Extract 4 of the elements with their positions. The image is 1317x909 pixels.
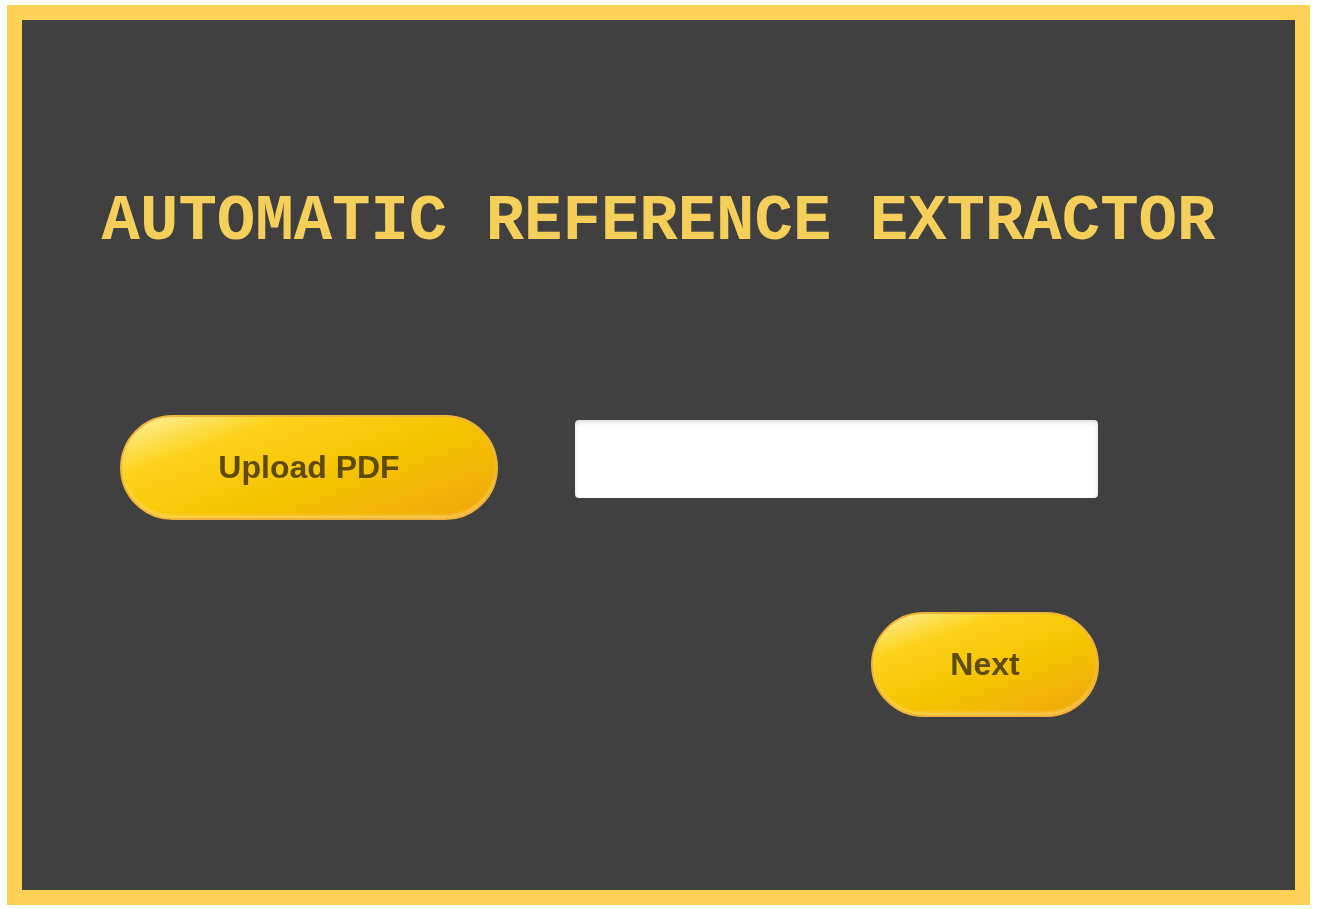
next-button[interactable]: Next <box>871 612 1099 717</box>
app-title: AUTOMATIC REFERENCE EXTRACTOR <box>100 190 1217 254</box>
upload-pdf-button[interactable]: Upload PDF <box>120 415 498 520</box>
file-path-field[interactable] <box>575 420 1098 498</box>
